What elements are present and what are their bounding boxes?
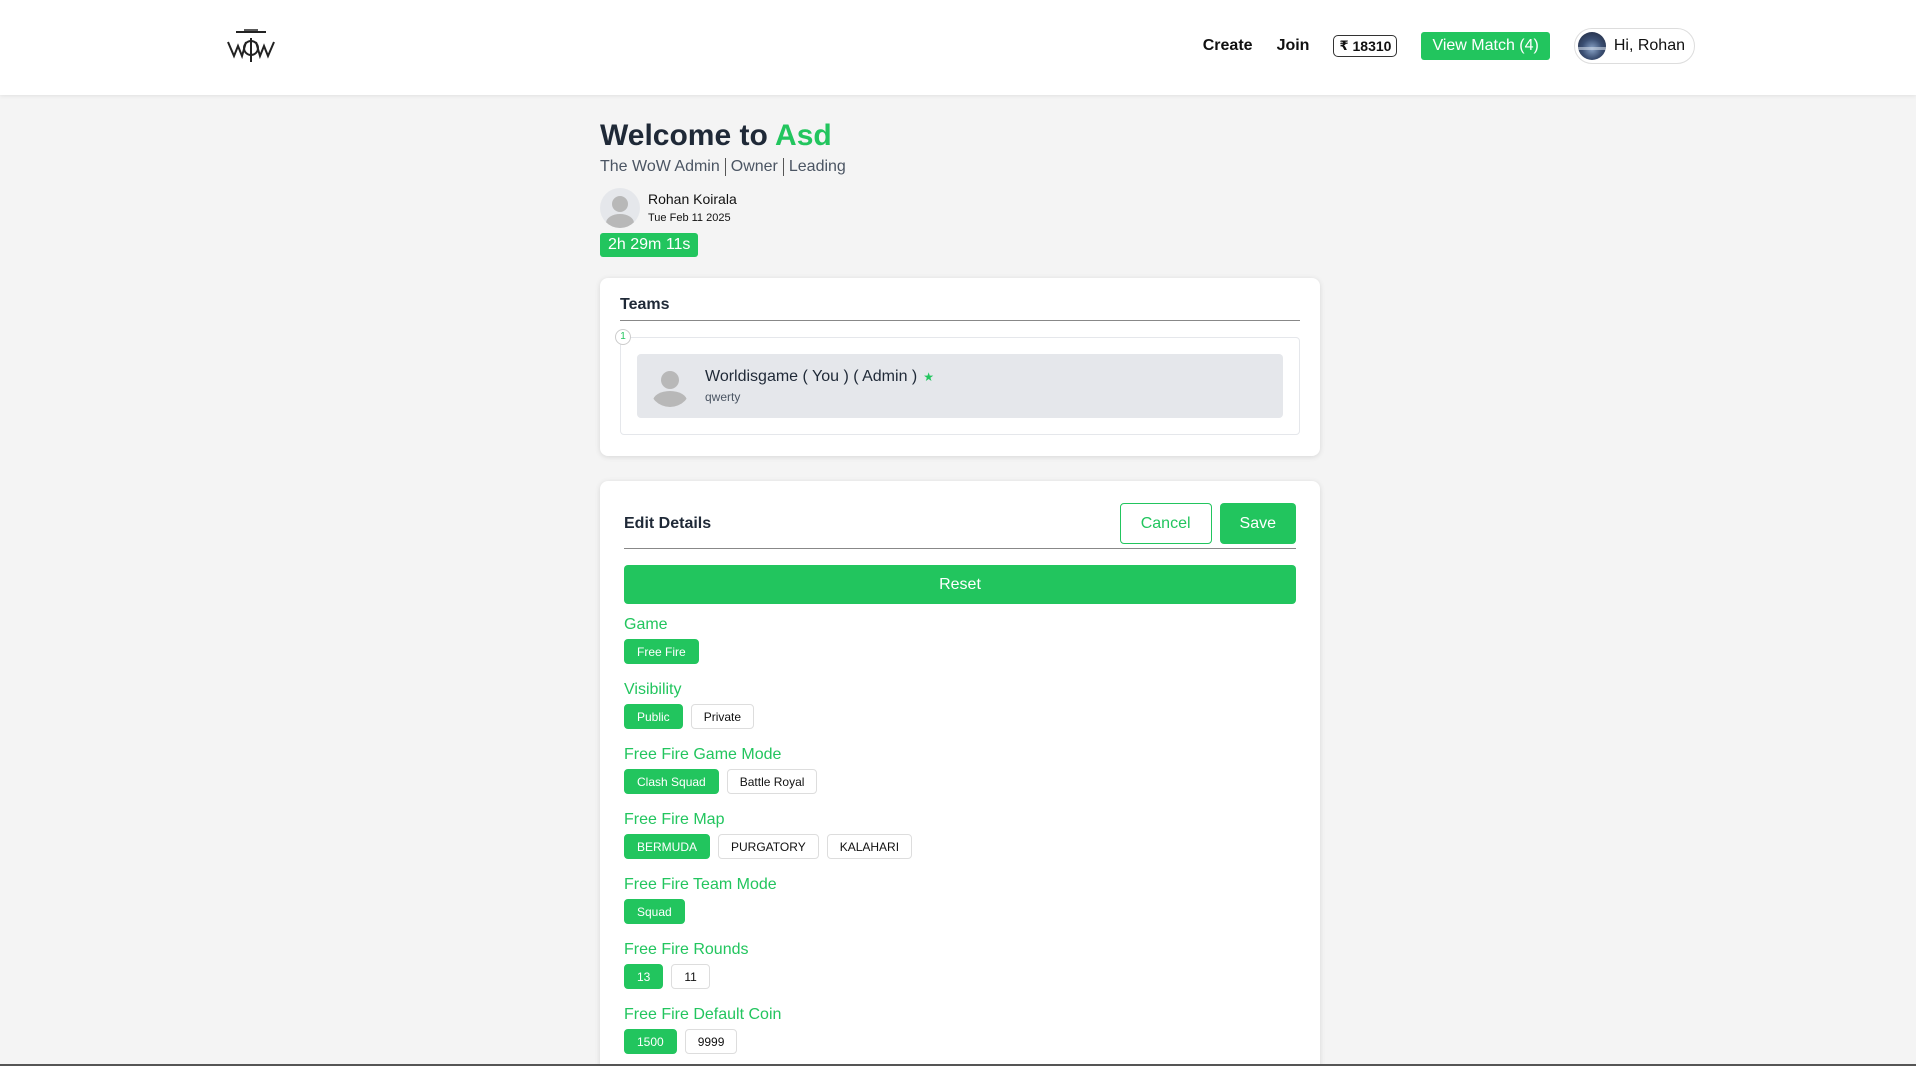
title-prefix: Welcome to bbox=[600, 119, 768, 152]
team-slot: 1 Worldisgame ( You ) ( Admin ) ★ qwerty bbox=[615, 329, 1300, 435]
coin-amount: 18310 bbox=[1352, 38, 1392, 54]
option-chip[interactable]: 9999 bbox=[684, 1029, 738, 1054]
option-chip[interactable]: Free Fire bbox=[624, 639, 699, 664]
option-group: Clash Squad Battle Royal bbox=[624, 769, 1296, 794]
role-list: The WoW Admin Owner Leading bbox=[600, 158, 846, 176]
role-divider bbox=[782, 158, 784, 176]
setting-field: Free Fire Game Mode Clash Squad Battle Roy… bbox=[624, 744, 1296, 794]
welcome-section: Welcome to Asd The WoW Admin Owner Leadi… bbox=[600, 118, 846, 257]
edit-details-card: Edit Details Cancel Save Reset Game Free … bbox=[600, 481, 1320, 1066]
setting-field: Free Fire Team Mode Squad bbox=[624, 874, 1296, 924]
option-group: Squad bbox=[624, 899, 1296, 924]
role-item: The WoW Admin bbox=[600, 158, 720, 175]
nav-join-link[interactable]: Join bbox=[1277, 37, 1310, 55]
team-row[interactable]: Worldisgame ( You ) ( Admin ) ★ qwerty bbox=[637, 354, 1283, 418]
option-group: 13 11 bbox=[624, 964, 1296, 989]
option-chip[interactable]: Battle Royal bbox=[726, 769, 818, 794]
countdown-timer: 2h 29m 11s bbox=[600, 233, 699, 257]
match-name: Asd bbox=[775, 119, 832, 152]
creator-date: Tue Feb 11 2025 bbox=[648, 212, 731, 224]
option-group: Free Fire bbox=[624, 639, 1296, 664]
main-nav: Create Join ₹ 18310 View Match (4) Hi, R… bbox=[1203, 28, 1695, 64]
user-greeting: Hi, Rohan bbox=[1613, 37, 1685, 54]
view-match-button[interactable]: View Match (4) bbox=[1421, 32, 1550, 60]
role-item: Leading bbox=[788, 158, 846, 175]
option-chip[interactable]: KALAHARI bbox=[826, 834, 913, 859]
option-chip[interactable]: 1500 bbox=[624, 1029, 677, 1054]
edit-header: Edit Details Cancel Save bbox=[624, 503, 1296, 549]
role-divider bbox=[724, 158, 726, 176]
team-number-badge: 1 bbox=[615, 329, 631, 345]
edit-actions: Cancel Save bbox=[1119, 503, 1296, 544]
setting-field: Free Fire Default Coin 1500 9999 bbox=[624, 1004, 1296, 1054]
setting-field: Game Free Fire bbox=[624, 614, 1296, 664]
setting-field: Free Fire Rounds 13 11 bbox=[624, 939, 1296, 989]
creator-name: Rohan Koirala bbox=[648, 191, 737, 207]
option-group: BERMUDA PURGATORY KALAHARI bbox=[624, 834, 1296, 859]
option-chip[interactable]: Private bbox=[690, 704, 755, 729]
setting-label: Free Fire Rounds bbox=[624, 941, 749, 958]
option-group: 1500 9999 bbox=[624, 1029, 1296, 1054]
team-name-text: Worldisgame ( You ) ( Admin ) bbox=[705, 368, 918, 385]
setting-field: Visibility Public Private bbox=[624, 679, 1296, 729]
setting-field: Free Fire Map BERMUDA PURGATORY KALAHARI bbox=[624, 809, 1296, 859]
option-group: Public Private bbox=[624, 704, 1296, 729]
rupee-icon: ₹ bbox=[1339, 38, 1349, 53]
option-chip[interactable]: 13 bbox=[624, 964, 664, 989]
page-title: Welcome to Asd bbox=[600, 118, 846, 154]
teams-heading: Teams bbox=[620, 296, 1300, 321]
setting-label: Free Fire Team Mode bbox=[624, 876, 777, 893]
setting-label: Free Fire Default Coin bbox=[624, 1006, 782, 1023]
option-chip[interactable]: BERMUDA bbox=[624, 834, 711, 859]
option-chip[interactable]: Clash Squad bbox=[624, 769, 719, 794]
user-menu[interactable]: Hi, Rohan bbox=[1573, 28, 1695, 64]
user-avatar bbox=[1577, 32, 1606, 60]
option-chip[interactable]: Squad bbox=[624, 899, 685, 924]
setting-label: Game bbox=[624, 616, 668, 633]
option-chip[interactable]: 11 bbox=[671, 964, 710, 989]
option-chip[interactable]: Public bbox=[624, 704, 683, 729]
settings-fields: Game Free Fire Visibility Public Private Free… bbox=[624, 614, 1296, 1054]
setting-label: Free Fire Game Mode bbox=[624, 746, 782, 763]
star-icon: ★ bbox=[923, 370, 934, 384]
edit-heading: Edit Details bbox=[624, 514, 712, 532]
reset-button[interactable]: Reset bbox=[624, 565, 1296, 604]
team-name: Worldisgame ( You ) ( Admin ) ★ bbox=[705, 368, 934, 386]
option-chip[interactable]: PURGATORY bbox=[718, 834, 819, 859]
setting-label: Visibility bbox=[624, 681, 682, 698]
creator-info: Rohan Koirala Tue Feb 11 2025 bbox=[600, 188, 846, 228]
setting-label: Free Fire Map bbox=[624, 811, 725, 828]
top-header: Create Join ₹ 18310 View Match (4) Hi, R… bbox=[0, 0, 1916, 95]
coin-balance[interactable]: ₹ 18310 bbox=[1333, 35, 1398, 57]
person-icon bbox=[600, 188, 640, 228]
nav-create-link[interactable]: Create bbox=[1203, 37, 1253, 55]
cancel-button[interactable]: Cancel bbox=[1119, 503, 1212, 544]
teams-card: Teams 1 Worldisgame ( You ) ( Admin ) ★ … bbox=[600, 278, 1320, 456]
wow-logo[interactable] bbox=[224, 26, 278, 66]
person-icon bbox=[649, 365, 691, 407]
team-subtitle: qwerty bbox=[705, 390, 741, 404]
save-button[interactable]: Save bbox=[1219, 503, 1296, 544]
role-item: Owner bbox=[730, 158, 778, 175]
